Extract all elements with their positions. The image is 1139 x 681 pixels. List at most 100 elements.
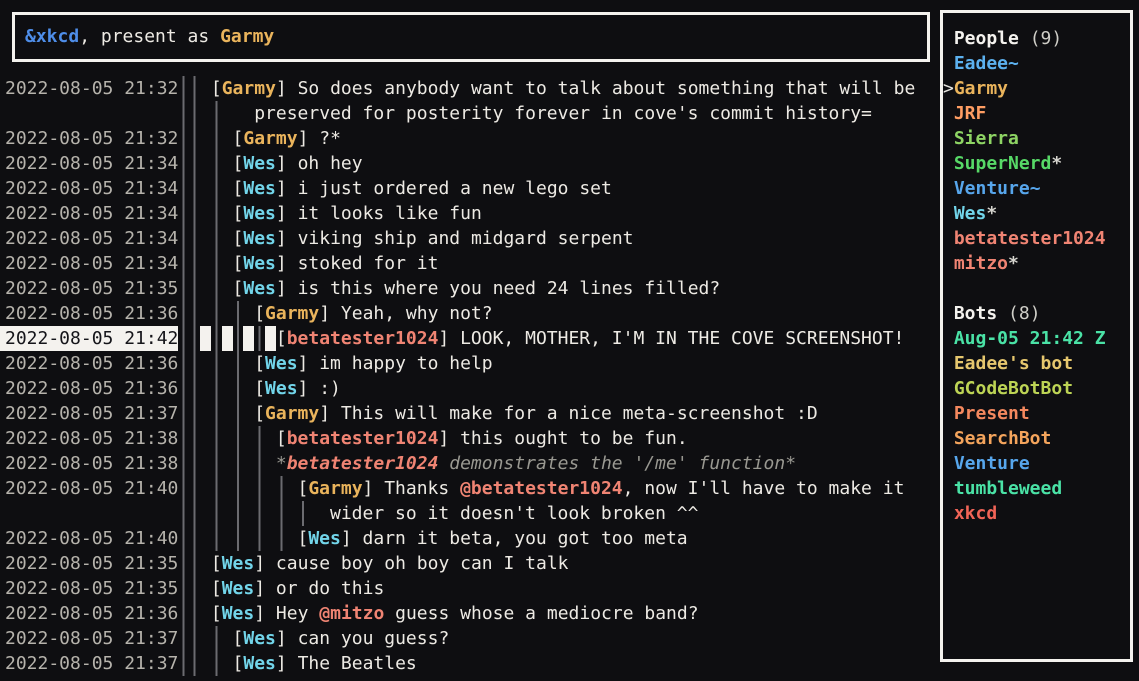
person-name: mitzo (954, 253, 1008, 274)
chat-message-row[interactable]: 2022-08-05 21:40 [Wes] darn it beta, you… (0, 526, 940, 551)
person-name: JRF (954, 103, 987, 124)
person-item[interactable]: mitzo* (943, 251, 1130, 276)
chat-message-row[interactable]: preserved for posterity forever in cove'… (0, 101, 940, 126)
thread-gap (265, 326, 276, 351)
chat-message-row[interactable]: 2022-08-05 21:35 [Wes] is this where you… (0, 276, 940, 301)
thread-gap (200, 101, 211, 126)
thread-gap (222, 376, 233, 401)
chat-message-row[interactable]: 2022-08-05 21:34 [Wes] i just ordered a … (0, 176, 940, 201)
chat-message-row[interactable]: 2022-08-05 21:34 [Wes] it looks like fun (0, 201, 940, 226)
chat-message-row[interactable]: 2022-08-05 21:37 [Wes] The Beatles (0, 651, 940, 676)
thread-line (211, 476, 222, 501)
bot-name: tumbleweed (954, 478, 1062, 499)
thread-line (189, 76, 200, 101)
thread-line (178, 251, 189, 276)
chat-message-row[interactable]: 2022-08-05 21:34 [Wes] oh hey (0, 151, 940, 176)
chat-message-row[interactable]: 2022-08-05 21:36 [Wes] :) (0, 376, 940, 401)
message-text: demonstrates the '/me' function* (438, 453, 796, 474)
thread-line (178, 76, 189, 101)
marker-gap (943, 476, 954, 501)
bot-item[interactable]: Eadee's bot (943, 351, 1130, 376)
thread-line (211, 201, 222, 226)
chat-message-row-highlighted[interactable]: 2022-08-05 21:42 [betatester1024] LOOK, … (0, 326, 940, 351)
chat-message-row[interactable]: 2022-08-05 21:35 [Wes] or do this (0, 576, 940, 601)
person-item[interactable]: Venture~ (943, 176, 1130, 201)
bot-item[interactable]: GCodeBotBot (943, 376, 1130, 401)
person-item[interactable]: SuperNerd* (943, 151, 1130, 176)
chat-message-row[interactable]: 2022-08-05 21:36 [Wes] Hey @mitzo guess … (0, 601, 940, 626)
person-item[interactable]: betatester1024 (943, 226, 1130, 251)
message-text: Wes (243, 653, 276, 674)
bot-item[interactable]: Present (943, 401, 1130, 426)
chat-message-row[interactable]: 2022-08-05 21:36 [Garmy] Yeah, why not? (0, 301, 940, 326)
thread-gap (200, 451, 211, 476)
message-text: Wes (308, 528, 341, 549)
chat-message-row[interactable]: 2022-08-05 21:38 [betatester1024] this o… (0, 426, 940, 451)
thread-line (189, 226, 200, 251)
message-text: Wes (243, 203, 276, 224)
marker-gap (943, 201, 954, 226)
bot-item[interactable]: Aug-05 21:42 Z (943, 326, 1130, 351)
thread-gap (265, 426, 276, 451)
message-text: guess whose a mediocre band? (384, 603, 698, 624)
message-text: wider so it doesn't look broken ^^ (330, 503, 698, 524)
marker-gap (943, 101, 954, 126)
thread-gap (243, 376, 254, 401)
chat-message-row[interactable]: 2022-08-05 21:37 [Garmy] This will make … (0, 401, 940, 426)
person-item[interactable]: Eadee~ (943, 51, 1130, 76)
message-text: * (276, 453, 287, 474)
bot-item[interactable]: Venture (943, 451, 1130, 476)
thread-line (298, 501, 309, 526)
message-text: ] i just ordered a new lego set (276, 178, 612, 199)
thread-gap (243, 526, 254, 551)
message-text: @mitzo (319, 603, 384, 624)
status-suffix: * (1008, 253, 1019, 274)
thread-line (189, 426, 200, 451)
thread-line (178, 551, 189, 576)
thread-gap (200, 576, 211, 601)
chat-message-row[interactable]: 2022-08-05 21:36 [Wes] im happy to help (0, 351, 940, 376)
message-text: [ (211, 78, 222, 99)
chat-message-row[interactable]: 2022-08-05 21:37 [Wes] can you guess? (0, 626, 940, 651)
thread-line (233, 401, 244, 426)
timestamp: 2022-08-05 21:34 (0, 201, 178, 226)
thread-line (233, 501, 244, 526)
thread-line (178, 276, 189, 301)
message-text: Wes (243, 228, 276, 249)
person-item[interactable]: >Garmy (943, 76, 1130, 101)
person-item[interactable]: JRF (943, 101, 1130, 126)
person-item[interactable]: Sierra (943, 126, 1130, 151)
chat-message-row[interactable]: 2022-08-05 21:35 [Wes] cause boy oh boy … (0, 551, 940, 576)
chat-message-row[interactable]: 2022-08-05 21:34 [Wes] stoked for it (0, 251, 940, 276)
thread-line (211, 301, 222, 326)
thread-line (178, 476, 189, 501)
thread-gap (243, 326, 254, 351)
chat-message-row[interactable]: 2022-08-05 21:38 *betatester1024 demonst… (0, 451, 940, 476)
message-text: ] :) (298, 378, 341, 399)
bot-item[interactable]: tumbleweed (943, 476, 1130, 501)
bot-item[interactable]: xkcd (943, 501, 1130, 526)
chat-message-row[interactable]: 2022-08-05 21:34 [Wes] viking ship and m… (0, 226, 940, 251)
people-header: People (9) (943, 26, 1130, 51)
person-name: betatester1024 (954, 228, 1106, 249)
thread-line (189, 376, 200, 401)
thread-line (189, 476, 200, 501)
thread-gap (200, 526, 211, 551)
thread-line (233, 526, 244, 551)
chat-message-row[interactable]: 2022-08-05 21:32 [Garmy] ?* (0, 126, 940, 151)
chat-message-row[interactable]: 2022-08-05 21:40 [Garmy] Thanks @betates… (0, 476, 940, 501)
thread-gap (222, 426, 233, 451)
bot-item[interactable]: SearchBot (943, 426, 1130, 451)
message-text: [ (233, 178, 244, 199)
person-item[interactable]: Wes* (943, 201, 1130, 226)
chat-message-row[interactable]: 2022-08-05 21:32 [Garmy] So does anybody… (0, 76, 940, 101)
timestamp: 2022-08-05 21:40 (0, 476, 178, 501)
message-text: [ (254, 403, 265, 424)
message-text: Garmy (222, 78, 276, 99)
people-label: People (954, 28, 1019, 49)
thread-line (178, 226, 189, 251)
thread-line (178, 101, 189, 126)
thread-line (233, 326, 244, 351)
chat-message-row[interactable]: wider so it doesn't look broken ^^ (0, 501, 940, 526)
thread-line (189, 126, 200, 151)
